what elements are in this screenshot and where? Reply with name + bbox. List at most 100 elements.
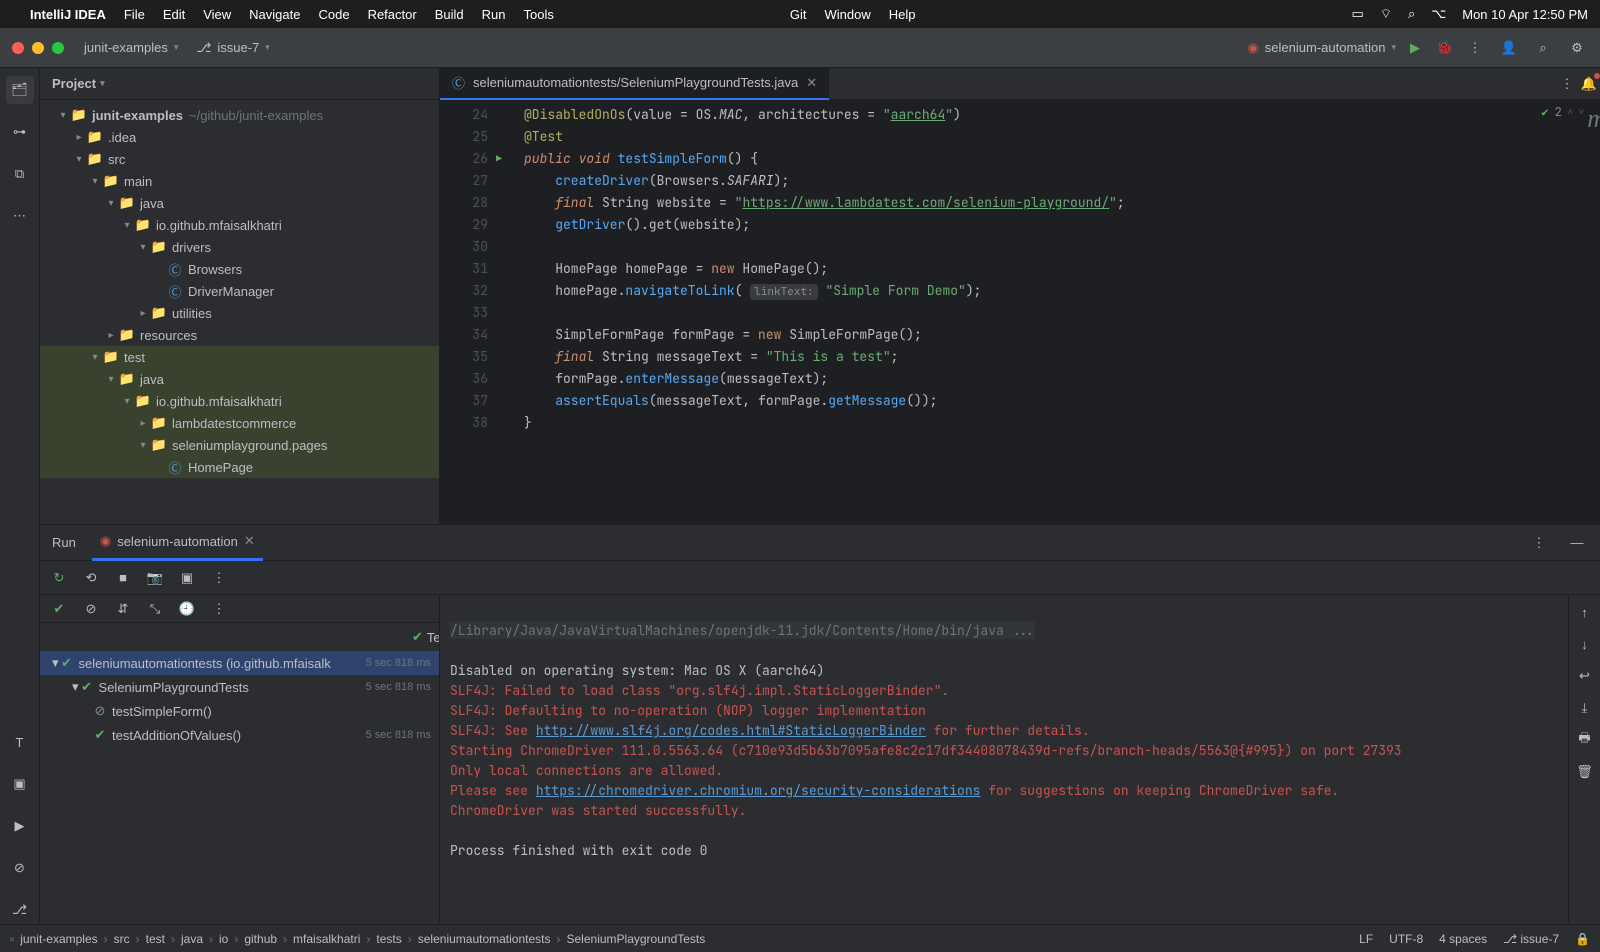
project-tool-button[interactable]: 🗂 — [6, 76, 34, 104]
gutter-line[interactable]: 27 — [440, 170, 488, 192]
tree-row[interactable]: ▸📁resources — [40, 324, 439, 346]
run-panel-options-button[interactable]: ⋮ — [1528, 532, 1550, 554]
editor-body[interactable]: 242526▶272829303132333435363738 @Disable… — [440, 100, 1600, 524]
run-tool-button[interactable]: ▶ — [6, 812, 34, 840]
tree-row[interactable]: ▸📁utilities — [40, 302, 439, 324]
soft-wrap-button[interactable]: ↩ — [1574, 665, 1596, 687]
control-center-icon[interactable]: ⌥ — [1431, 6, 1446, 22]
rerun-button[interactable]: ↻ — [48, 567, 70, 589]
tree-row[interactable]: ▾📁java — [40, 368, 439, 390]
test-row[interactable]: ✔testAdditionOfValues()5 sec 818 ms — [40, 723, 439, 747]
tree-row[interactable]: ▸📁lambdatestcommerce — [40, 412, 439, 434]
commit-tool-button[interactable]: ⊶ — [6, 118, 34, 146]
tab-list-button[interactable]: ⋮ — [1556, 73, 1578, 95]
menu-git[interactable]: Git — [790, 7, 807, 22]
tree-row[interactable]: ▾📁junit-examples~/github/junit-examples — [40, 104, 439, 126]
tree-row[interactable]: ▾📁src — [40, 148, 439, 170]
app-menu[interactable]: IntelliJ IDEA — [30, 7, 106, 22]
more-tool-button[interactable]: ⋯ — [6, 202, 34, 230]
tree-row[interactable]: ▾📁test — [40, 346, 439, 368]
debug-button[interactable]: 🐞 — [1434, 37, 1456, 59]
fullscreen-window-button[interactable] — [52, 42, 64, 54]
menu-code[interactable]: Code — [318, 7, 349, 22]
breadcrumb-item[interactable]: java — [181, 932, 203, 946]
tree-row[interactable]: ⒸBrowsers — [40, 258, 439, 280]
tree-row[interactable]: ▾📁io.github.mfaisalkhatri — [40, 214, 439, 236]
code-area[interactable]: @DisabledOnOs(value = OS.MAC, architectu… — [500, 100, 1600, 524]
run-config-tab[interactable]: ◉ selenium-automation ✕ — [92, 525, 263, 561]
code-line[interactable] — [500, 302, 1600, 324]
breadcrumb-item[interactable]: test — [146, 932, 165, 946]
menu-tools[interactable]: Tools — [523, 7, 553, 22]
show-ignored-button[interactable]: ⊘ — [80, 598, 102, 620]
breadcrumb-item[interactable]: src — [114, 932, 130, 946]
scroll-up-button[interactable]: ↑ — [1574, 601, 1596, 623]
gutter-line[interactable]: 37 — [440, 390, 488, 412]
code-line[interactable]: formPage.enterMessage(messageText); — [500, 368, 1600, 390]
dump-threads-button[interactable]: 📷 — [144, 567, 166, 589]
gutter-line[interactable]: 33 — [440, 302, 488, 324]
wifi-icon[interactable]: ⌔ — [1380, 6, 1392, 22]
gutter-line[interactable]: 38 — [440, 412, 488, 434]
clear-button[interactable]: 🗑 — [1574, 761, 1596, 783]
gutter-run-icon[interactable]: ▶ — [496, 148, 502, 170]
inspection-widget[interactable]: ✔ 2 ˄ ˅ — [1541, 104, 1584, 120]
gutter-line[interactable]: 32 — [440, 280, 488, 302]
breadcrumb-item[interactable]: SeleniumPlaygroundTests — [567, 932, 706, 946]
gutter-line[interactable]: 34 — [440, 324, 488, 346]
battery-icon[interactable]: ▭ — [1351, 6, 1363, 22]
code-line[interactable]: @DisabledOnOs(value = OS.MAC, architectu… — [500, 104, 1600, 126]
hide-panel-button[interactable]: — — [1566, 532, 1588, 554]
settings-button[interactable]: ⚙ — [1566, 37, 1588, 59]
code-line[interactable]: public void testSimpleForm() { — [500, 148, 1600, 170]
gutter-line[interactable]: 31 — [440, 258, 488, 280]
gutter-line[interactable]: 36 — [440, 368, 488, 390]
tree-row[interactable]: ▾📁io.github.mfaisalkhatri — [40, 390, 439, 412]
breadcrumb-item[interactable]: mfaisalkhatri — [293, 932, 360, 946]
gutter-line[interactable]: 29 — [440, 214, 488, 236]
code-line[interactable]: assertEquals(messageText, formPage.getMe… — [500, 390, 1600, 412]
tree-row[interactable]: ▾📁drivers — [40, 236, 439, 258]
menu-build[interactable]: Build — [435, 7, 464, 22]
terminal-tool-button[interactable]: T — [6, 728, 34, 756]
breadcrumb-item[interactable]: github — [244, 932, 277, 946]
close-window-button[interactable] — [12, 42, 24, 54]
more-actions-button[interactable]: ⋮ — [1464, 37, 1486, 59]
tree-row[interactable]: ⒸHomePage — [40, 456, 439, 478]
code-line[interactable]: @Test — [500, 126, 1600, 148]
run-config-selector[interactable]: ◉ selenium-automation ▾ — [1247, 40, 1396, 56]
code-line[interactable]: SimpleFormPage formPage = new SimpleForm… — [500, 324, 1600, 346]
code-line[interactable]: } — [500, 412, 1600, 434]
tree-row[interactable]: ▾📁java — [40, 192, 439, 214]
menu-file[interactable]: File — [124, 7, 145, 22]
rerun-failed-button[interactable]: ⟲ — [80, 567, 102, 589]
menu-view[interactable]: View — [203, 7, 231, 22]
menu-run[interactable]: Run — [482, 7, 506, 22]
structure-tool-button[interactable]: ⧉ — [6, 160, 34, 188]
search-everywhere-button[interactable]: ⌕ — [1532, 37, 1554, 59]
line-separator[interactable]: LF — [1359, 932, 1373, 946]
code-line[interactable]: HomePage homePage = new HomePage(); — [500, 258, 1600, 280]
history-button[interactable]: 🕘 — [176, 598, 198, 620]
breadcrumb-item[interactable]: junit-examples — [20, 932, 97, 946]
git-branch-status[interactable]: ⎇ issue-7 — [1503, 932, 1559, 946]
vcs-branch-selector[interactable]: ⎇ issue-7 ▾ — [196, 40, 269, 56]
notifications-button[interactable]: 🔔 — [1578, 73, 1600, 95]
project-selector[interactable]: junit-examples ▾ — [84, 40, 178, 55]
menu-edit[interactable]: Edit — [163, 7, 185, 22]
spotlight-icon[interactable]: ⌕ — [1408, 6, 1415, 22]
debug-tool-button[interactable]: ▣ — [6, 770, 34, 798]
more-button[interactable]: ⋮ — [208, 567, 230, 589]
menu-navigate[interactable]: Navigate — [249, 7, 300, 22]
test-list[interactable]: ▾✔seleniumautomationtests (io.github.mfa… — [40, 651, 439, 747]
file-encoding[interactable]: UTF-8 — [1389, 932, 1423, 946]
tree-row[interactable]: ▾📁seleniumplayground.pages — [40, 434, 439, 456]
show-passed-button[interactable]: ✔ — [48, 598, 70, 620]
menu-window[interactable]: Window — [824, 7, 870, 22]
indent-setting[interactable]: 4 spaces — [1439, 932, 1487, 946]
lock-icon[interactable]: 🔒 — [1575, 932, 1590, 946]
minimize-window-button[interactable] — [32, 42, 44, 54]
project-tree[interactable]: ▾📁junit-examples~/github/junit-examples ▸… — [40, 100, 439, 524]
gutter[interactable]: 242526▶272829303132333435363738 — [440, 100, 500, 524]
clock[interactable]: Mon 10 Apr 12:50 PM — [1462, 7, 1588, 22]
